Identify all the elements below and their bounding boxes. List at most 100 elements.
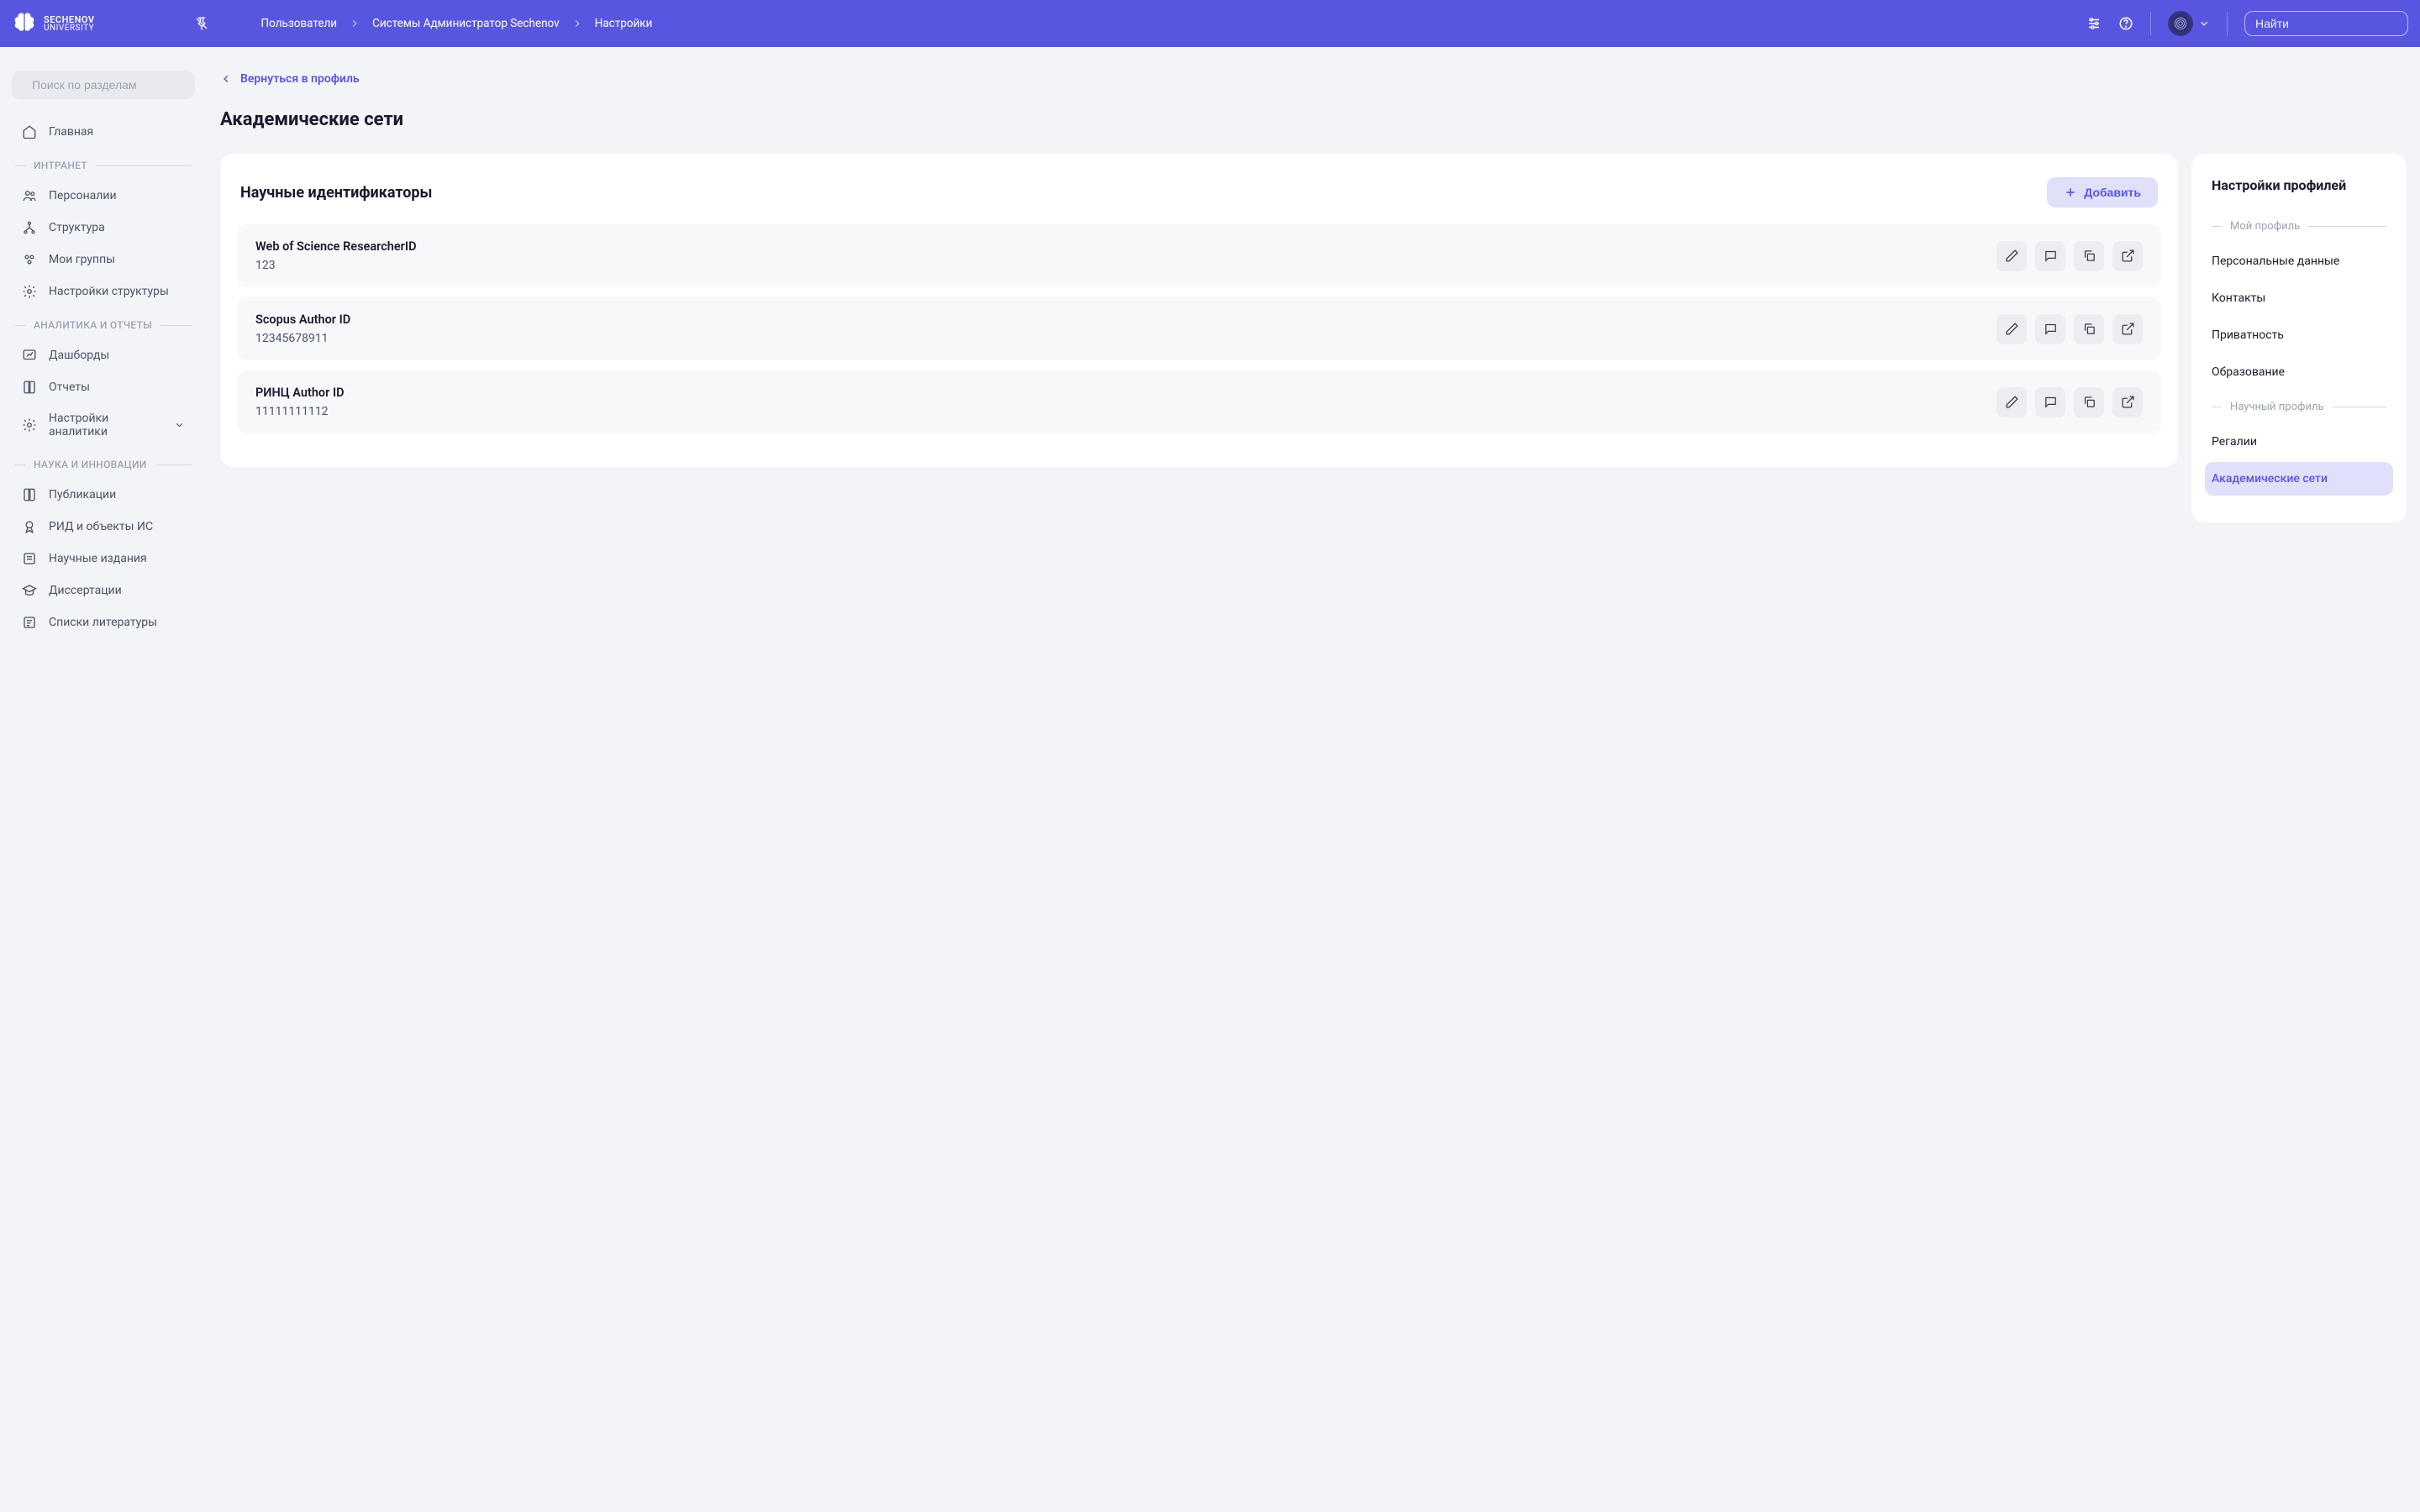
divider [2227,12,2228,35]
logo[interactable]: SECHENOV UNIVERSITY [12,11,95,36]
sidebar-item-label: Публикации [49,488,116,501]
book-icon [22,487,37,502]
sidebar-item-label: Структура [49,221,105,234]
copy-button[interactable] [2074,387,2104,417]
sidebar-item-label: Отчеты [49,381,90,394]
add-identifier-button[interactable]: Добавить [2047,177,2158,207]
edit-button[interactable] [1996,241,2027,271]
sidebar-section-label: НАУКА И ИННОВАЦИИ [34,459,147,470]
settings-link-privacy[interactable]: Приватность [2205,318,2393,352]
pencil-icon [2005,249,2019,263]
divider [2150,12,2151,35]
sidebar-item-label: Научные издания [49,552,147,565]
sidebar-item-label: Настройки аналитики [49,412,162,438]
open-button[interactable] [2112,314,2143,344]
identifier-row: РИНЦ Author ID 11111111112 [237,370,2161,433]
brain-logo-icon [12,11,37,36]
award-icon [22,519,37,534]
fingerprint-icon [2173,16,2188,31]
gear-icon [22,417,37,433]
back-to-profile-link[interactable]: Вернуться в профиль [220,72,360,86]
pin-icon[interactable] [194,16,209,31]
comment-icon [2044,395,2058,409]
sidebar-item-label: Главная [49,125,93,139]
sidebar-item-personalii[interactable]: Персоналии [12,180,195,212]
settings-link-academic-networks[interactable]: Академические сети [2205,462,2393,496]
add-button-label: Добавить [2084,186,2141,199]
sidebar-section-label: АНАЛИТИКА И ОТЧЕТЫ [34,319,152,331]
settings-section-label: Научный профиль [2230,401,2324,413]
open-button[interactable] [2112,241,2143,271]
sidebar-item-label: Персоналии [49,189,117,202]
sidebar-item-dashboards[interactable]: Дашборды [12,339,195,371]
chevron-down-icon [2198,18,2210,29]
comment-button[interactable] [2035,241,2065,271]
settings-link-contacts[interactable]: Контакты [2205,281,2393,315]
breadcrumb-item-2[interactable]: Настройки [595,17,653,30]
comment-button[interactable] [2035,387,2065,417]
identifier-value: 123 [255,259,1996,272]
groups-icon [22,252,37,267]
main-content: Вернуться в профиль Академические сети Н… [207,47,2420,662]
avatar [2168,11,2193,36]
copy-button[interactable] [2074,314,2104,344]
global-search[interactable] [2244,11,2408,36]
comment-icon [2044,249,2058,263]
user-menu[interactable] [2168,11,2210,36]
sidebar-item-my-groups[interactable]: Мои группы [12,244,195,276]
chevron-down-icon [174,419,185,431]
settings-link-education[interactable]: Образование [2205,355,2393,389]
global-search-input[interactable] [2255,17,2407,30]
copy-icon [2082,249,2096,263]
back-label: Вернуться в профиль [240,72,360,86]
external-link-icon [2121,395,2135,409]
users-icon [22,188,37,203]
identifier-value: 11111111112 [255,405,1996,418]
edit-button[interactable] [1996,314,2027,344]
sidebar-section-analytics: АНАЛИТИКА И ОТЧЕТЫ [12,307,195,339]
sidebar-item-label: Мои группы [49,253,115,266]
chevron-left-icon [220,73,232,85]
sidebar-item-label: Настройки структуры [49,285,169,298]
settings-link-personal[interactable]: Персональные данные [2205,244,2393,278]
open-button[interactable] [2112,387,2143,417]
help-icon[interactable] [2118,16,2133,31]
sidebar-item-home[interactable]: Главная [12,116,195,148]
sidebar-item-label: Дашборды [49,349,109,362]
graduation-icon [22,583,37,598]
settings-section-my-profile: Мой профиль [2205,212,2393,241]
settings-sliders-icon[interactable] [2086,16,2102,31]
sidebar-item-label: РИД и объекты ИС [49,520,153,533]
sidebar-item-analytics-settings[interactable]: Настройки аналитики [12,403,195,447]
sidebar-search[interactable] [12,71,195,99]
breadcrumb-item-0[interactable]: Пользователи [261,17,338,30]
sidebar-item-publications[interactable]: Публикации [12,479,195,511]
identifiers-card: Научные идентификаторы Добавить Web of S… [220,154,2178,467]
settings-section-label: Мой профиль [2230,220,2300,233]
sidebar-section-science: НАУКА И ИННОВАЦИИ [12,447,195,479]
pencil-icon [2005,395,2019,409]
sidebar-item-bibliography[interactable]: Списки литературы [12,606,195,638]
edit-button[interactable] [1996,387,2027,417]
sidebar-item-journals[interactable]: Научные издания [12,543,195,575]
identifier-label: Web of Science ResearcherID [255,239,1996,254]
sidebar-search-input[interactable] [32,78,184,92]
sidebar-section-intranet: ИНТРАНЕТ [12,148,195,180]
dashboard-icon [22,348,37,363]
sidebar-item-dissertations[interactable]: Диссертации [12,575,195,606]
sidebar-item-reports[interactable]: Отчеты [12,371,195,403]
sidebar-item-label: Диссертации [49,584,122,597]
identifier-row: Scopus Author ID 12345678911 [237,297,2161,360]
structure-icon [22,220,37,235]
copy-button[interactable] [2074,241,2104,271]
list-icon [22,615,37,630]
comment-button[interactable] [2035,314,2065,344]
settings-link-regalia[interactable]: Регалии [2205,425,2393,459]
copy-icon [2082,322,2096,336]
identifier-value: 12345678911 [255,332,1996,345]
sidebar-item-structure[interactable]: Структура [12,212,195,244]
sidebar: Главная ИНТРАНЕТ Персоналии Структура Мо… [0,47,207,662]
sidebar-item-structure-settings[interactable]: Настройки структуры [12,276,195,307]
breadcrumb-item-1[interactable]: Системы Администратор Sechenov [372,17,560,30]
sidebar-item-rid[interactable]: РИД и объекты ИС [12,511,195,543]
